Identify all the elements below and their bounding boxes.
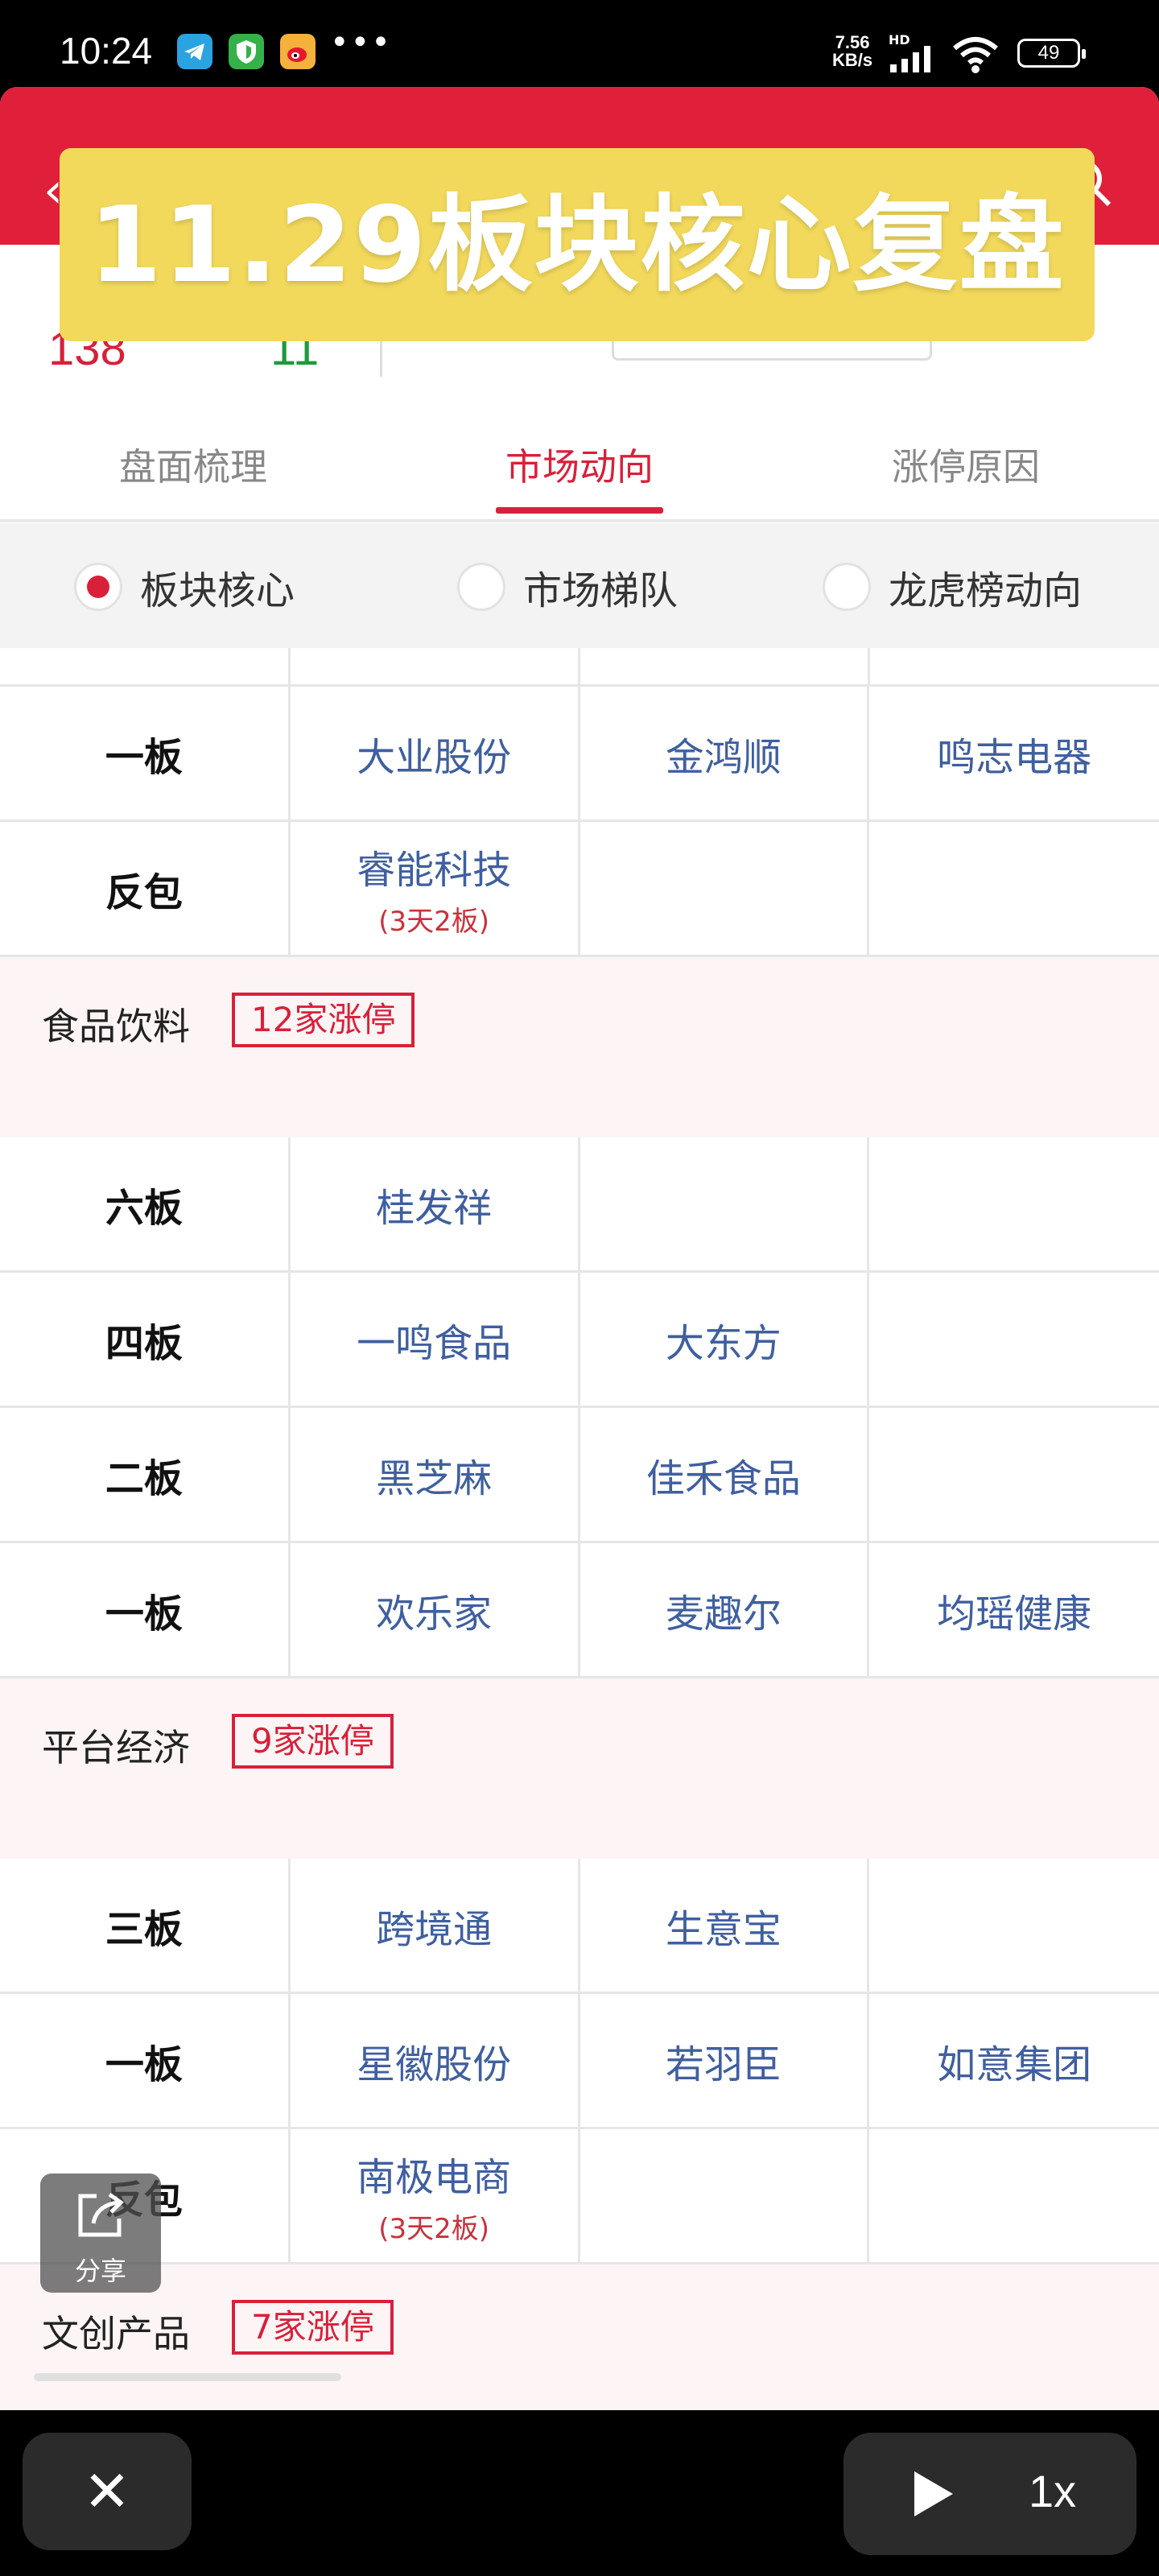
stock-name[interactable]: 欢乐家: [291, 1543, 580, 1676]
horizontal-scrollbar[interactable]: [34, 2373, 341, 2381]
empty-cell: [869, 1408, 1159, 1541]
board-level: 四板: [0, 1273, 291, 1406]
share-label: 分享: [74, 2256, 126, 2286]
radio-selected-icon: [74, 563, 122, 611]
table-row: 一板 欢乐家 麦趣尔 均瑶健康: [0, 1543, 1159, 1678]
stock-name[interactable]: 南极电商 (3天2板): [291, 2129, 580, 2262]
telegram-icon: [177, 34, 212, 69]
table-row: 二板 黑芝麻 佳禾食品: [0, 1408, 1159, 1543]
status-bar: 10:24 ••• 7.56 KB/s HD 49: [0, 0, 1159, 87]
weibo-icon: [280, 34, 316, 69]
sector-header: 文创产品 7家涨停: [0, 2264, 1159, 2410]
limit-up-badge: 9家涨停: [232, 1714, 394, 1769]
limit-up-badge: 12家涨停: [232, 993, 415, 1047]
stock-name[interactable]: 佳禾食品: [580, 1408, 870, 1541]
more-notifications-icon: •••: [330, 24, 392, 61]
signal-icon: [890, 46, 930, 72]
shield-app-icon: [229, 34, 264, 69]
network-speed: 7.56 KB/s: [832, 32, 873, 70]
limit-up-badge: 7家涨停: [232, 2300, 394, 2355]
board-level: 一板: [0, 1994, 291, 2127]
empty-cell: [869, 1137, 1159, 1270]
sector-title: 平台经济: [42, 1726, 190, 1769]
table-row: 三板 跨境通 生意宝: [0, 1859, 1159, 1994]
board-level: 三板: [0, 1859, 291, 1992]
table-row: 反包 南极电商(3天2板): [0, 2129, 1159, 2264]
tab-overview[interactable]: 盘面梳理: [0, 438, 386, 491]
tab-bar: 盘面梳理 市场动向 涨停原因: [0, 401, 1159, 522]
table-row: 反包 睿能科技 (3天2板): [0, 822, 1159, 957]
close-icon: ✕: [83, 2458, 131, 2524]
stock-name[interactable]: 生意宝: [580, 1859, 870, 1992]
board-level: 一板: [0, 1543, 291, 1676]
stock-name[interactable]: 黑芝麻: [291, 1408, 580, 1541]
board-level: 一板: [0, 687, 291, 819]
radio-empty-icon: [823, 563, 871, 611]
stock-name[interactable]: 金鸿顺: [580, 687, 870, 819]
empty-cell: [580, 1137, 870, 1270]
board-level: 反包: [0, 822, 291, 955]
stock-note: (3天2板): [378, 2213, 490, 2245]
sector-title: 文创产品: [42, 2312, 190, 2355]
sector-table: 一板 大业股份 金鸿顺 鸣志电器 反包 睿能科技 (3天2板) 食品饮料 12家涨…: [0, 648, 1159, 2410]
share-button[interactable]: 分享: [40, 2174, 161, 2293]
stock-name[interactable]: 睿能科技 (3天2板): [291, 822, 580, 955]
table-row: 六板 桂发祥: [0, 1137, 1159, 1273]
view-selector: 板块核心 市场梯队 龙虎榜动向: [0, 524, 1159, 648]
play-speed-control[interactable]: 1x: [843, 2433, 1136, 2555]
playback-speed[interactable]: 1x: [1029, 2465, 1076, 2517]
empty-cell: [580, 2129, 870, 2262]
radio-empty-icon: [457, 563, 505, 611]
radio-dragon-tiger[interactable]: 龙虎榜动向: [823, 561, 1082, 613]
table-row-partial: [0, 648, 1159, 687]
board-level: 六板: [0, 1137, 291, 1270]
stock-name[interactable]: 若羽臣: [580, 1994, 870, 2127]
stock-name[interactable]: 大业股份: [291, 687, 580, 819]
tab-market-trend[interactable]: 市场动向: [386, 438, 773, 491]
empty-cell: [869, 2129, 1159, 2262]
share-icon: [78, 2192, 124, 2237]
empty-cell: [869, 1859, 1159, 1992]
active-tab-indicator: [496, 507, 663, 514]
empty-cell: [869, 1273, 1159, 1406]
radio-sector-core[interactable]: 板块核心: [74, 561, 295, 613]
tab-limit-up-reason[interactable]: 涨停原因: [773, 438, 1159, 491]
sector-header: 食品饮料 12家涨停: [0, 957, 1159, 1137]
board-level: 二板: [0, 1408, 291, 1541]
stock-name[interactable]: 大东方: [580, 1273, 870, 1406]
stock-note: (3天2板): [378, 906, 490, 938]
player-controls: ✕ 1x: [0, 2410, 1159, 2576]
status-time: 10:24: [60, 30, 153, 72]
stock-name[interactable]: 一鸣食品: [291, 1273, 580, 1406]
table-row: 四板 一鸣食品 大东方: [0, 1273, 1159, 1408]
table-row: 一板 星徽股份 若羽臣 如意集团: [0, 1994, 1159, 2129]
battery-icon: 49: [1017, 39, 1086, 68]
play-icon[interactable]: [911, 2468, 956, 2520]
table-row: 一板 大业股份 金鸿顺 鸣志电器: [0, 687, 1159, 822]
stock-name[interactable]: 跨境通: [291, 1859, 580, 1992]
stock-name[interactable]: 鸣志电器: [869, 687, 1159, 819]
stock-name[interactable]: 星徽股份: [291, 1994, 580, 2127]
empty-cell: [580, 822, 870, 955]
stock-name[interactable]: 如意集团: [869, 1994, 1159, 2127]
radio-market-ladder[interactable]: 市场梯队: [457, 561, 678, 613]
stock-name[interactable]: 麦趣尔: [580, 1543, 870, 1676]
title-banner: 11.29板块核心复盘: [60, 148, 1095, 341]
stock-name[interactable]: 桂发祥: [291, 1137, 580, 1270]
empty-cell: [869, 822, 1159, 955]
close-button[interactable]: ✕: [23, 2433, 192, 2550]
wifi-icon: [953, 37, 998, 73]
app-window: ‹ 138 11 11.29板块核心复盘 盘面梳理 市场动向 涨停原因 板块核心…: [0, 87, 1159, 2410]
stock-name[interactable]: 均瑶健康: [869, 1543, 1159, 1676]
sector-title: 食品饮料: [42, 1005, 190, 1048]
sector-header: 平台经济 9家涨停: [0, 1678, 1159, 1859]
